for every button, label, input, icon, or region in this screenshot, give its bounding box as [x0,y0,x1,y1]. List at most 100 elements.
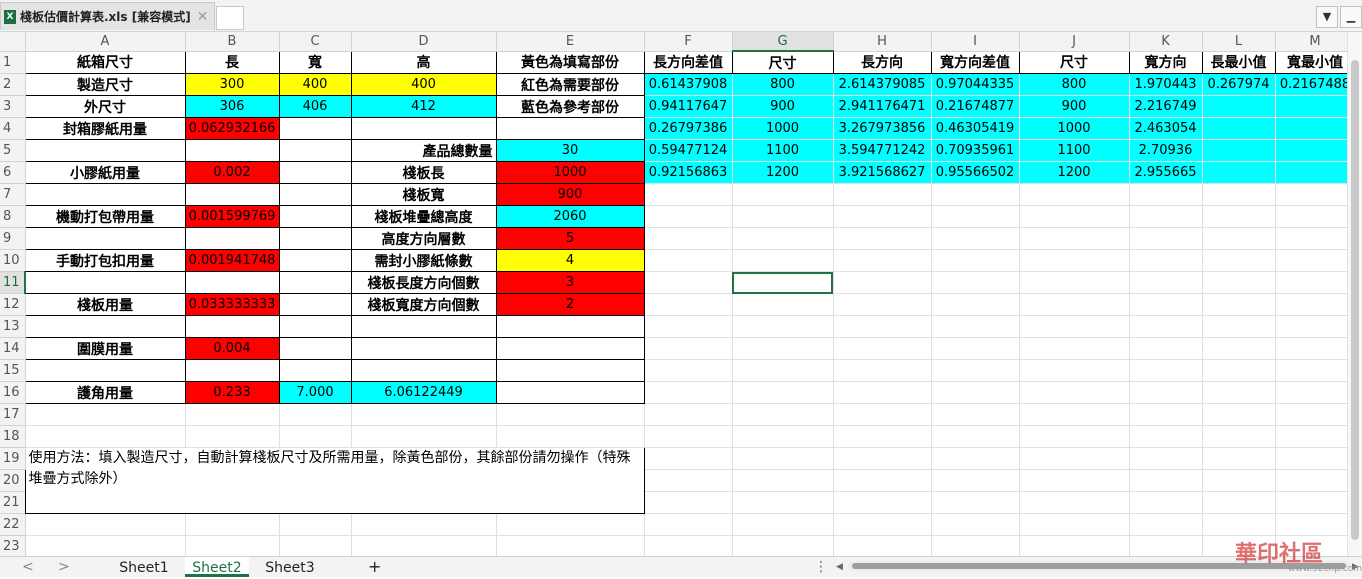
cell-k2[interactable]: 1.970443 [1129,73,1203,96]
cell-l12[interactable] [1202,293,1276,316]
cell-i16[interactable] [931,381,1020,404]
cell-b6[interactable]: 0.002 [184,161,280,184]
cell-a13[interactable] [24,315,186,338]
cell-m13[interactable] [1275,315,1356,338]
cell-j12[interactable] [1019,293,1130,316]
cell-i8[interactable] [931,205,1020,228]
cell-h6[interactable]: 3.921568627 [833,161,932,184]
row-header-3[interactable]: 3 [0,95,26,118]
cell-l5[interactable] [1202,139,1276,162]
cell-a23[interactable] [25,535,186,556]
cell-d14[interactable] [350,337,497,360]
cell-i23[interactable] [931,535,1020,556]
cell-a11[interactable] [24,271,186,294]
cell-e23[interactable] [496,535,645,556]
cell-d17[interactable] [351,403,497,426]
column-header-d[interactable]: D [351,32,497,52]
cell-h4[interactable]: 3.267973856 [833,117,932,140]
cell-d8[interactable]: 棧板堆疊總高度 [350,205,497,228]
cell-j8[interactable] [1019,205,1130,228]
cell-b11[interactable] [184,271,280,294]
cell-e7[interactable]: 900 [495,183,645,206]
cell-l17[interactable] [1202,403,1276,426]
cell-d1[interactable]: 高 [350,50,497,74]
cell-g6[interactable]: 1200 [732,161,834,184]
cell-j15[interactable] [1019,359,1130,382]
row-header-5[interactable]: 5 [0,139,26,162]
cell-e10[interactable]: 4 [495,249,645,272]
cell-m4[interactable] [1275,117,1356,140]
cell-l9[interactable] [1202,227,1276,250]
cell-k5[interactable]: 2.70936 [1129,139,1203,162]
next-sheet-icon[interactable]: > [58,557,70,577]
cell-m20[interactable] [1275,469,1356,492]
cell-h21[interactable] [833,491,932,514]
cell-h15[interactable] [833,359,932,382]
cell-h10[interactable] [833,249,932,272]
cell-j11[interactable] [1019,271,1130,294]
cell-j10[interactable] [1019,249,1130,272]
column-header-b[interactable]: B [185,32,280,52]
cell-f15[interactable] [644,359,733,382]
cell-m10[interactable] [1275,249,1356,272]
cell-i11[interactable] [931,271,1020,294]
cell-g18[interactable] [732,425,834,448]
cell-c10[interactable] [278,249,352,272]
cell-i18[interactable] [931,425,1020,448]
cell-b13[interactable] [184,315,280,338]
cell-c4[interactable] [278,117,352,140]
cell-h2[interactable]: 2.614379085 [833,73,932,96]
cell-j3[interactable]: 900 [1019,95,1130,118]
cell-f9[interactable] [644,227,733,250]
column-header-g[interactable]: G [732,32,834,52]
cell-l16[interactable] [1202,381,1276,404]
column-header-c[interactable]: C [279,32,352,52]
cell-m6[interactable] [1275,161,1356,184]
sheet-tab-sheet2[interactable]: Sheet2 [185,557,249,577]
cell-d6[interactable]: 棧板長 [350,161,497,184]
row-header-8[interactable]: 8 [0,205,26,228]
cell-f20[interactable] [644,469,733,492]
cell-g5[interactable]: 1100 [732,139,834,162]
cell-d4[interactable] [350,117,497,140]
cell-f7[interactable] [644,183,733,206]
cell-e12[interactable]: 2 [495,293,645,316]
new-tab-button[interactable] [216,6,244,30]
cell-l10[interactable] [1202,249,1276,272]
cell-g2[interactable]: 800 [732,73,834,96]
dropdown-menu-icon[interactable]: ▼ [1316,6,1338,28]
cell-a2[interactable]: 製造尺寸 [24,73,186,96]
cell-b3[interactable]: 306 [184,95,280,118]
sheet-tab-sheet3[interactable]: Sheet3 [258,557,322,577]
cell-j7[interactable] [1019,183,1130,206]
cell-d16[interactable]: 6.06122449 [350,381,497,404]
cell-a1[interactable]: 紙箱尺寸 [24,50,186,74]
cell-j14[interactable] [1019,337,1130,360]
select-all-corner[interactable] [0,32,26,52]
cell-m1[interactable]: 寬最小值 [1274,50,1356,74]
cell-h3[interactable]: 2.941176471 [833,95,932,118]
cell-h20[interactable] [833,469,932,492]
cell-g23[interactable] [732,535,834,556]
cell-e8[interactable]: 2060 [495,205,645,228]
cell-f5[interactable]: 0.59477124 [644,139,733,162]
cell-d11[interactable]: 棧板長度方向個數 [350,271,497,294]
cell-b17[interactable] [185,403,280,426]
cell-j5[interactable]: 1100 [1019,139,1130,162]
cell-a8[interactable]: 機動打包帶用量 [24,205,186,228]
column-header-a[interactable]: A [25,32,186,52]
cell-j23[interactable] [1019,535,1130,556]
cell-k21[interactable] [1129,491,1203,514]
cell-l14[interactable] [1202,337,1276,360]
cell-e5[interactable]: 30 [495,139,645,162]
cell-k7[interactable] [1129,183,1203,206]
cell-b5[interactable] [184,139,280,162]
cell-h1[interactable]: 長方向 [832,50,932,74]
cell-c6[interactable] [278,161,352,184]
cell-a12[interactable]: 棧板用量 [24,293,186,316]
row-header-18[interactable]: 18 [0,425,26,448]
cell-c16[interactable]: 7.000 [278,381,352,404]
prev-sheet-icon[interactable]: < [22,557,34,577]
cell-d12[interactable]: 棧板寬度方向個數 [350,293,497,316]
cell-l7[interactable] [1202,183,1276,206]
